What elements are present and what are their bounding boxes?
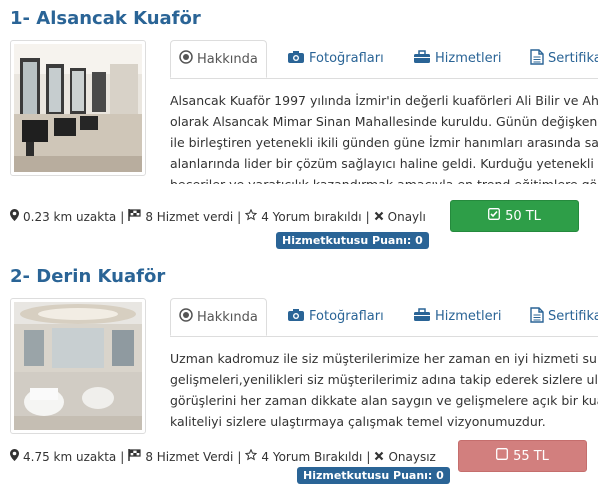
briefcase-icon: [413, 307, 431, 326]
tab-label: Sertifikaları: [548, 309, 598, 324]
briefcase-icon: [413, 49, 431, 68]
map-marker-icon: [10, 209, 19, 224]
reviews-text: 4 Yorum bırakıldı: [261, 209, 362, 224]
price-label: 50 TL: [505, 208, 541, 224]
tab-label: Hakkında: [197, 309, 258, 325]
description-line: gelişmeleri,yenilikleri siz müşterilerim…: [170, 372, 598, 387]
listing-card: 2- Derin Kuaför Hakkında Fotoğrafları Hi…: [0, 258, 598, 486]
separator: |: [237, 209, 242, 224]
listing-title[interactable]: 2- Derin Kuaför: [10, 266, 165, 287]
salon-photo[interactable]: [10, 298, 146, 434]
description-line: olarak Alsancak Mimar Sinan Mahallesinde…: [170, 114, 598, 129]
listing-description: Uzman kadromuz ile siz müşterilerimize h…: [170, 348, 598, 432]
description-line: beceriler ve yaratıcılık kazandırmak ama…: [170, 174, 598, 184]
reviews-text: 4 Yorum Bırakıldı: [261, 449, 363, 464]
listing-description: Alsancak Kuaför 1997 yılında İzmir'in de…: [170, 90, 598, 184]
approval-status: Onaysız: [388, 449, 436, 464]
radio-circle-icon: [179, 308, 193, 326]
listing-title[interactable]: 1- Alsancak Kuaför: [10, 8, 201, 29]
flag-icon: [128, 449, 141, 464]
salon-interior-image: [14, 302, 142, 430]
tab-certificates[interactable]: Sertifikaları: [530, 40, 598, 77]
star-icon: [244, 208, 258, 224]
listing-meta: 4.75 km uzakta | 8 Hizmet Verdi | 4 Yoru…: [10, 448, 440, 464]
x-icon: [374, 450, 384, 464]
score-badge: Hizmetkutusu Puanı: 0: [297, 467, 450, 484]
tab-about[interactable]: Hakkında: [170, 298, 267, 336]
empty-square-icon: [496, 448, 509, 464]
document-icon: [530, 306, 544, 327]
description-line: alanlarında lider bir çözüm sağlayıcı ha…: [170, 156, 598, 171]
tab-services[interactable]: Hizmetleri: [413, 40, 502, 77]
separator: |: [366, 449, 371, 464]
description-line: Uzman kadromuz ile siz müşterilerimize h…: [170, 351, 598, 366]
tab-label: Fotoğrafları: [309, 309, 384, 324]
document-icon: [530, 48, 544, 69]
radio-circle-icon: [179, 50, 193, 68]
tab-label: Sertifikaları: [548, 51, 598, 66]
price-button[interactable]: 50 TL: [450, 200, 579, 232]
tab-label: Fotoğrafları: [309, 51, 384, 66]
listing-tabs: Hakkında Fotoğrafları Hizmetleri Sertifi…: [170, 298, 598, 337]
distance-text: 4.75 km uzakta: [23, 449, 117, 464]
score-badge: Hizmetkutusu Puanı: 0: [276, 232, 429, 249]
camera-icon: [287, 308, 305, 326]
listing-card: 1- Alsancak Kuaför Hakkında Fotoğrafları…: [0, 0, 598, 250]
distance-text: 0.23 km uzakta: [23, 209, 117, 224]
services-count-text: 8 Hizmet Verdi: [145, 449, 234, 464]
salon-interior-image: [14, 44, 142, 172]
x-icon: [374, 210, 384, 224]
tab-photos[interactable]: Fotoğrafları: [287, 40, 384, 77]
tab-label: Hakkında: [197, 51, 258, 67]
tab-label: Hizmetleri: [435, 309, 502, 324]
tab-photos[interactable]: Fotoğrafları: [287, 298, 384, 335]
price-button[interactable]: 55 TL: [458, 440, 587, 472]
flag-icon: [128, 209, 141, 224]
separator: |: [237, 449, 242, 464]
description-line: ile birleştiren yetenekli ikili günden g…: [170, 135, 598, 150]
description-line: görüşlerini her zaman dikkate alan saygı…: [170, 393, 598, 408]
price-label: 55 TL: [513, 448, 549, 464]
description-line: kaliteliyi sizlere ulaştırmaya çalışmak …: [170, 414, 546, 429]
salon-photo[interactable]: [10, 40, 146, 176]
check-square-icon: [488, 208, 501, 224]
listing-meta: 0.23 km uzakta | 8 Hizmet verdi | 4 Yoru…: [10, 208, 430, 224]
separator: |: [120, 209, 125, 224]
map-marker-icon: [10, 449, 19, 464]
star-icon: [245, 448, 258, 464]
separator: |: [365, 209, 370, 224]
separator: |: [120, 449, 125, 464]
camera-icon: [287, 50, 305, 68]
tab-about[interactable]: Hakkında: [170, 40, 267, 78]
services-count-text: 8 Hizmet verdi: [145, 209, 234, 224]
listing-tabs: Hakkında Fotoğrafları Hizmetleri Sertifi…: [170, 40, 598, 79]
description-line: Alsancak Kuaför 1997 yılında İzmir'in de…: [170, 93, 598, 108]
tab-certificates[interactable]: Sertifikaları: [530, 298, 598, 335]
approval-status: Onaylı: [387, 209, 426, 224]
tab-services[interactable]: Hizmetleri: [413, 298, 502, 335]
tab-label: Hizmetleri: [435, 51, 502, 66]
